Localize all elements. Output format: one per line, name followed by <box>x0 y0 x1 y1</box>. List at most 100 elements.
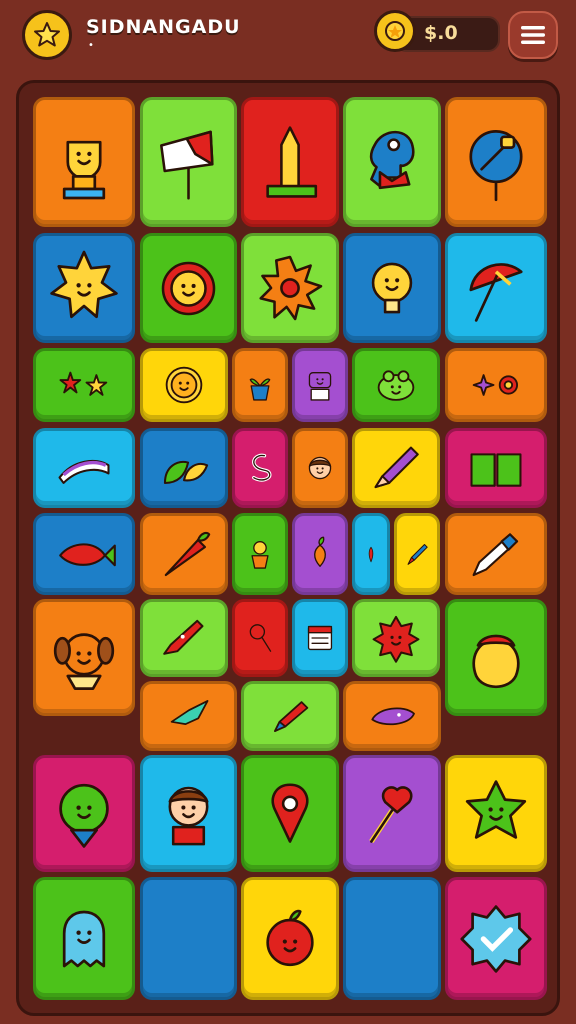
tower-icon <box>266 126 318 198</box>
tile[interactable] <box>241 681 339 751</box>
tile[interactable] <box>394 513 440 595</box>
robot-icon <box>308 372 332 401</box>
tile[interactable] <box>343 755 441 872</box>
tile[interactable] <box>445 233 547 343</box>
radish-icon <box>314 536 326 567</box>
stars-icon <box>59 371 108 396</box>
tile[interactable] <box>232 428 288 508</box>
sparkles-icon <box>472 374 519 396</box>
bird-sign-icon <box>469 130 523 202</box>
tile[interactable] <box>140 348 228 422</box>
tile[interactable] <box>241 877 339 1000</box>
chili-icon <box>368 546 374 563</box>
tile[interactable] <box>292 348 348 422</box>
tile[interactable] <box>352 599 440 677</box>
lightbulb-icon <box>371 262 413 314</box>
tile[interactable] <box>445 348 547 422</box>
berry-icon <box>472 634 520 688</box>
coin-icon <box>374 10 416 52</box>
tile[interactable] <box>241 755 339 872</box>
tile[interactable] <box>232 513 288 595</box>
tile[interactable] <box>352 428 440 508</box>
empty-tile[interactable] <box>343 877 441 1000</box>
menu-button[interactable] <box>508 11 558 59</box>
plant-pot-icon <box>249 378 271 401</box>
puppy-face-icon <box>53 632 115 690</box>
calendar-icon <box>307 625 333 651</box>
whale-icon <box>371 707 415 726</box>
heart-pen-icon <box>369 785 413 843</box>
apple-face-icon <box>266 909 314 966</box>
tile[interactable] <box>232 348 288 422</box>
tile[interactable] <box>140 599 228 677</box>
tile[interactable] <box>140 513 228 595</box>
game-title: SIDNANGADU <box>86 16 241 38</box>
trophy-icon <box>62 140 106 200</box>
hook-icon <box>252 453 272 482</box>
check-badge-icon <box>460 904 532 973</box>
sun-face-icon <box>50 250 118 319</box>
tile[interactable] <box>292 513 348 595</box>
tile[interactable] <box>445 513 547 595</box>
girl-face-icon <box>308 456 332 480</box>
wave-icon <box>58 459 110 484</box>
tile[interactable] <box>445 428 547 508</box>
smiley-icon <box>165 366 203 404</box>
alien-icon <box>59 783 109 848</box>
fish-icon <box>59 543 116 567</box>
tile[interactable] <box>140 681 237 751</box>
tile[interactable] <box>343 233 441 343</box>
rocket-candy-icon <box>163 619 204 655</box>
tile[interactable] <box>140 428 228 508</box>
marker-icon <box>274 701 309 732</box>
tile[interactable] <box>445 877 547 1000</box>
tile[interactable] <box>33 97 135 227</box>
book-icon <box>470 453 522 487</box>
tile[interactable] <box>33 428 135 508</box>
tile[interactable] <box>352 348 440 422</box>
tile[interactable] <box>292 599 348 677</box>
tile[interactable] <box>445 599 547 716</box>
top-bar: SIDNANGADU • $.0 <box>0 0 576 80</box>
tile[interactable] <box>33 877 135 1000</box>
flower-face-icon <box>161 261 216 315</box>
empty-tile[interactable] <box>140 877 237 1000</box>
pencil-icon <box>374 446 419 489</box>
fish-arrow-icon <box>170 700 208 725</box>
pen-icon <box>407 543 428 565</box>
tile[interactable] <box>140 233 237 343</box>
tile[interactable] <box>140 755 237 872</box>
tile[interactable] <box>241 97 339 227</box>
ghost-icon <box>62 910 106 967</box>
crayon-icon <box>472 533 519 577</box>
signpost-icon <box>160 130 214 199</box>
carrot-icon <box>164 532 211 577</box>
tile[interactable] <box>33 348 135 422</box>
tile[interactable] <box>343 97 441 227</box>
tile[interactable] <box>241 233 339 343</box>
coin-amount: $.0 <box>424 22 458 44</box>
hamburger-menu-icon <box>521 26 545 44</box>
logo[interactable] <box>22 10 72 60</box>
tile[interactable] <box>292 428 348 508</box>
tile[interactable] <box>445 755 547 872</box>
tile[interactable] <box>33 599 135 716</box>
boy-icon <box>168 786 209 846</box>
tile[interactable] <box>343 681 441 751</box>
umbrella-icon <box>469 263 523 322</box>
star-icon <box>34 22 60 47</box>
sun-icon <box>259 255 323 321</box>
tile[interactable] <box>33 233 135 343</box>
lollipop-icon <box>249 624 272 652</box>
game-subtitle: • <box>88 40 94 51</box>
frog-icon <box>377 370 415 401</box>
tile[interactable] <box>232 599 288 677</box>
tile[interactable] <box>140 97 237 227</box>
location-pin-icon <box>271 782 309 843</box>
tile[interactable] <box>33 513 135 595</box>
tile[interactable] <box>352 513 390 595</box>
leaf-icon <box>163 460 209 484</box>
red-sun-icon <box>372 615 420 663</box>
tile[interactable] <box>33 755 135 872</box>
tile[interactable] <box>445 97 547 227</box>
